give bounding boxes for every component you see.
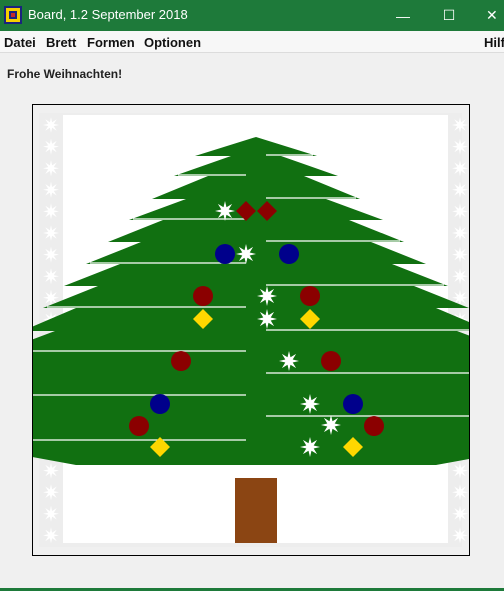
close-icon: ✕ [486, 7, 498, 23]
border-star-icon [43, 505, 59, 522]
ornament-star-icon [300, 437, 320, 457]
border-star-icon [452, 505, 468, 522]
border-star-icon [43, 160, 59, 177]
menu-hilfe[interactable]: Hilfe [484, 35, 504, 50]
border-star-icon [43, 138, 59, 155]
border-star-icon [452, 160, 468, 177]
border-star-icon [452, 484, 468, 501]
border-star-icon [43, 527, 59, 544]
border-star-icon [43, 268, 59, 285]
menu-formen[interactable]: Formen [87, 35, 135, 50]
ornament-star-icon [279, 351, 299, 371]
red-ball-ornament [300, 286, 320, 306]
greeting-label: Frohe Weihnachten! [7, 67, 123, 81]
window-title: Board, 1.2 September 2018 [28, 7, 188, 22]
border-star-icon [452, 225, 468, 241]
menu-optionen[interactable]: Optionen [144, 35, 201, 50]
red-ball-ornament [171, 351, 191, 371]
menu-bar: Datei Brett Formen Optionen Hilfe [0, 31, 504, 53]
red-ball-ornament [321, 351, 341, 371]
border-star-icon [452, 138, 468, 155]
board-canvas[interactable] [32, 104, 470, 556]
board-app-icon [4, 6, 22, 24]
red-ball-ornament [129, 416, 149, 436]
menu-datei[interactable]: Datei [4, 35, 36, 50]
ornament-star-icon [321, 415, 341, 435]
border-star-icon [43, 203, 59, 220]
minimize-button[interactable]: — [380, 0, 426, 31]
border-star-icon [452, 527, 468, 544]
border-star-icon [452, 181, 468, 198]
ornament-star-icon [257, 309, 277, 329]
maximize-icon: ☐ [442, 7, 456, 23]
border-star-icon [452, 462, 468, 479]
blue-ball-ornament [279, 244, 299, 264]
red-ball-ornament [193, 286, 213, 306]
close-button[interactable]: ✕ [472, 0, 504, 31]
border-star-icon [452, 117, 468, 133]
ornament-star-icon [236, 244, 256, 264]
blue-ball-ornament [150, 394, 170, 414]
maximize-button[interactable]: ☐ [426, 0, 472, 31]
border-star-icon [452, 203, 468, 220]
blue-ball-ornament [215, 244, 235, 264]
border-star-icon [43, 484, 59, 501]
border-star-icon [43, 181, 59, 198]
ornament-star-icon [215, 201, 235, 221]
border-star-icon [43, 246, 59, 263]
red-ball-ornament [364, 416, 384, 436]
border-star-icon [452, 246, 468, 263]
ornament-star-icon [300, 394, 320, 414]
blue-ball-ornament [343, 394, 363, 414]
title-bar: Board, 1.2 September 2018 — ☐ ✕ [0, 0, 504, 31]
ornament-star-icon [257, 286, 277, 306]
board-drawing [33, 113, 469, 547]
border-star-icon [43, 117, 59, 133]
tree-trunk [235, 478, 277, 543]
minimize-icon: — [396, 7, 410, 24]
border-star-icon [43, 225, 59, 241]
border-star-icon [452, 268, 468, 285]
border-star-icon [43, 462, 59, 479]
menu-brett[interactable]: Brett [46, 35, 76, 50]
